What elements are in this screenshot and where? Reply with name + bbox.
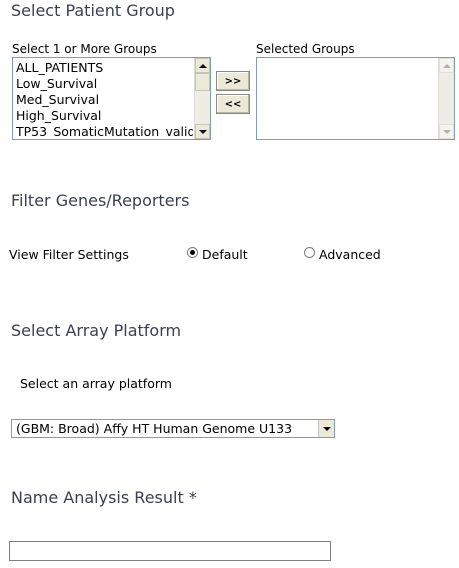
array-platform-prompt: Select an array platform (20, 376, 172, 391)
group-option[interactable]: Med_Survival (16, 92, 193, 108)
arrow-up-icon (198, 63, 207, 68)
available-groups-scrollbar[interactable] (194, 58, 210, 139)
scroll-thumb[interactable] (195, 73, 210, 91)
group-option[interactable]: Low_Survival (16, 76, 193, 92)
group-option[interactable]: ALL_PATIENTS (16, 60, 193, 76)
remove-group-button[interactable]: << (216, 94, 250, 114)
patient-group-heading: Select Patient Group (11, 1, 175, 20)
available-groups-listbox[interactable]: ALL_PATIENTS Low_Survival Med_Survival H… (12, 57, 211, 140)
default-radio-label[interactable]: Default (202, 247, 248, 263)
add-group-button[interactable]: >> (216, 71, 250, 91)
radio-selected-dot (190, 250, 195, 255)
scroll-down-button[interactable] (439, 124, 454, 139)
arrow-down-icon (442, 129, 451, 134)
arrow-down-icon (198, 129, 207, 134)
chevron-down-icon (322, 426, 331, 431)
available-groups-list: ALL_PATIENTS Low_Survival Med_Survival H… (16, 60, 193, 137)
array-platform-select[interactable]: (GBM: Broad) Affy HT Human Genome U133 (11, 419, 335, 438)
available-groups-label: Select 1 or More Groups (12, 42, 157, 56)
array-platform-heading: Select Array Platform (11, 321, 182, 340)
default-radio[interactable] (187, 247, 198, 258)
advanced-radio-label[interactable]: Advanced (319, 247, 381, 263)
scroll-down-button[interactable] (195, 124, 210, 139)
analysis-name-heading: Name Analysis Result * (11, 488, 197, 507)
filter-heading: Filter Genes/Reporters (11, 191, 190, 210)
arrow-up-icon (442, 63, 451, 68)
scroll-up-button[interactable] (439, 58, 454, 73)
group-option[interactable]: TP53_SomaticMutation_valida (16, 124, 193, 137)
advanced-radio[interactable] (304, 247, 315, 258)
dropdown-button[interactable] (318, 420, 334, 437)
analysis-name-input[interactable] (9, 541, 331, 561)
selected-groups-label: Selected Groups (256, 42, 355, 56)
selected-groups-scrollbar[interactable] (438, 58, 454, 139)
view-filter-settings-label: View Filter Settings (9, 247, 129, 262)
scroll-up-button[interactable] (195, 58, 210, 73)
selected-groups-listbox[interactable] (256, 57, 455, 140)
group-option[interactable]: High_Survival (16, 108, 193, 124)
array-platform-selected-value: (GBM: Broad) Affy HT Human Genome U133 (16, 421, 293, 436)
